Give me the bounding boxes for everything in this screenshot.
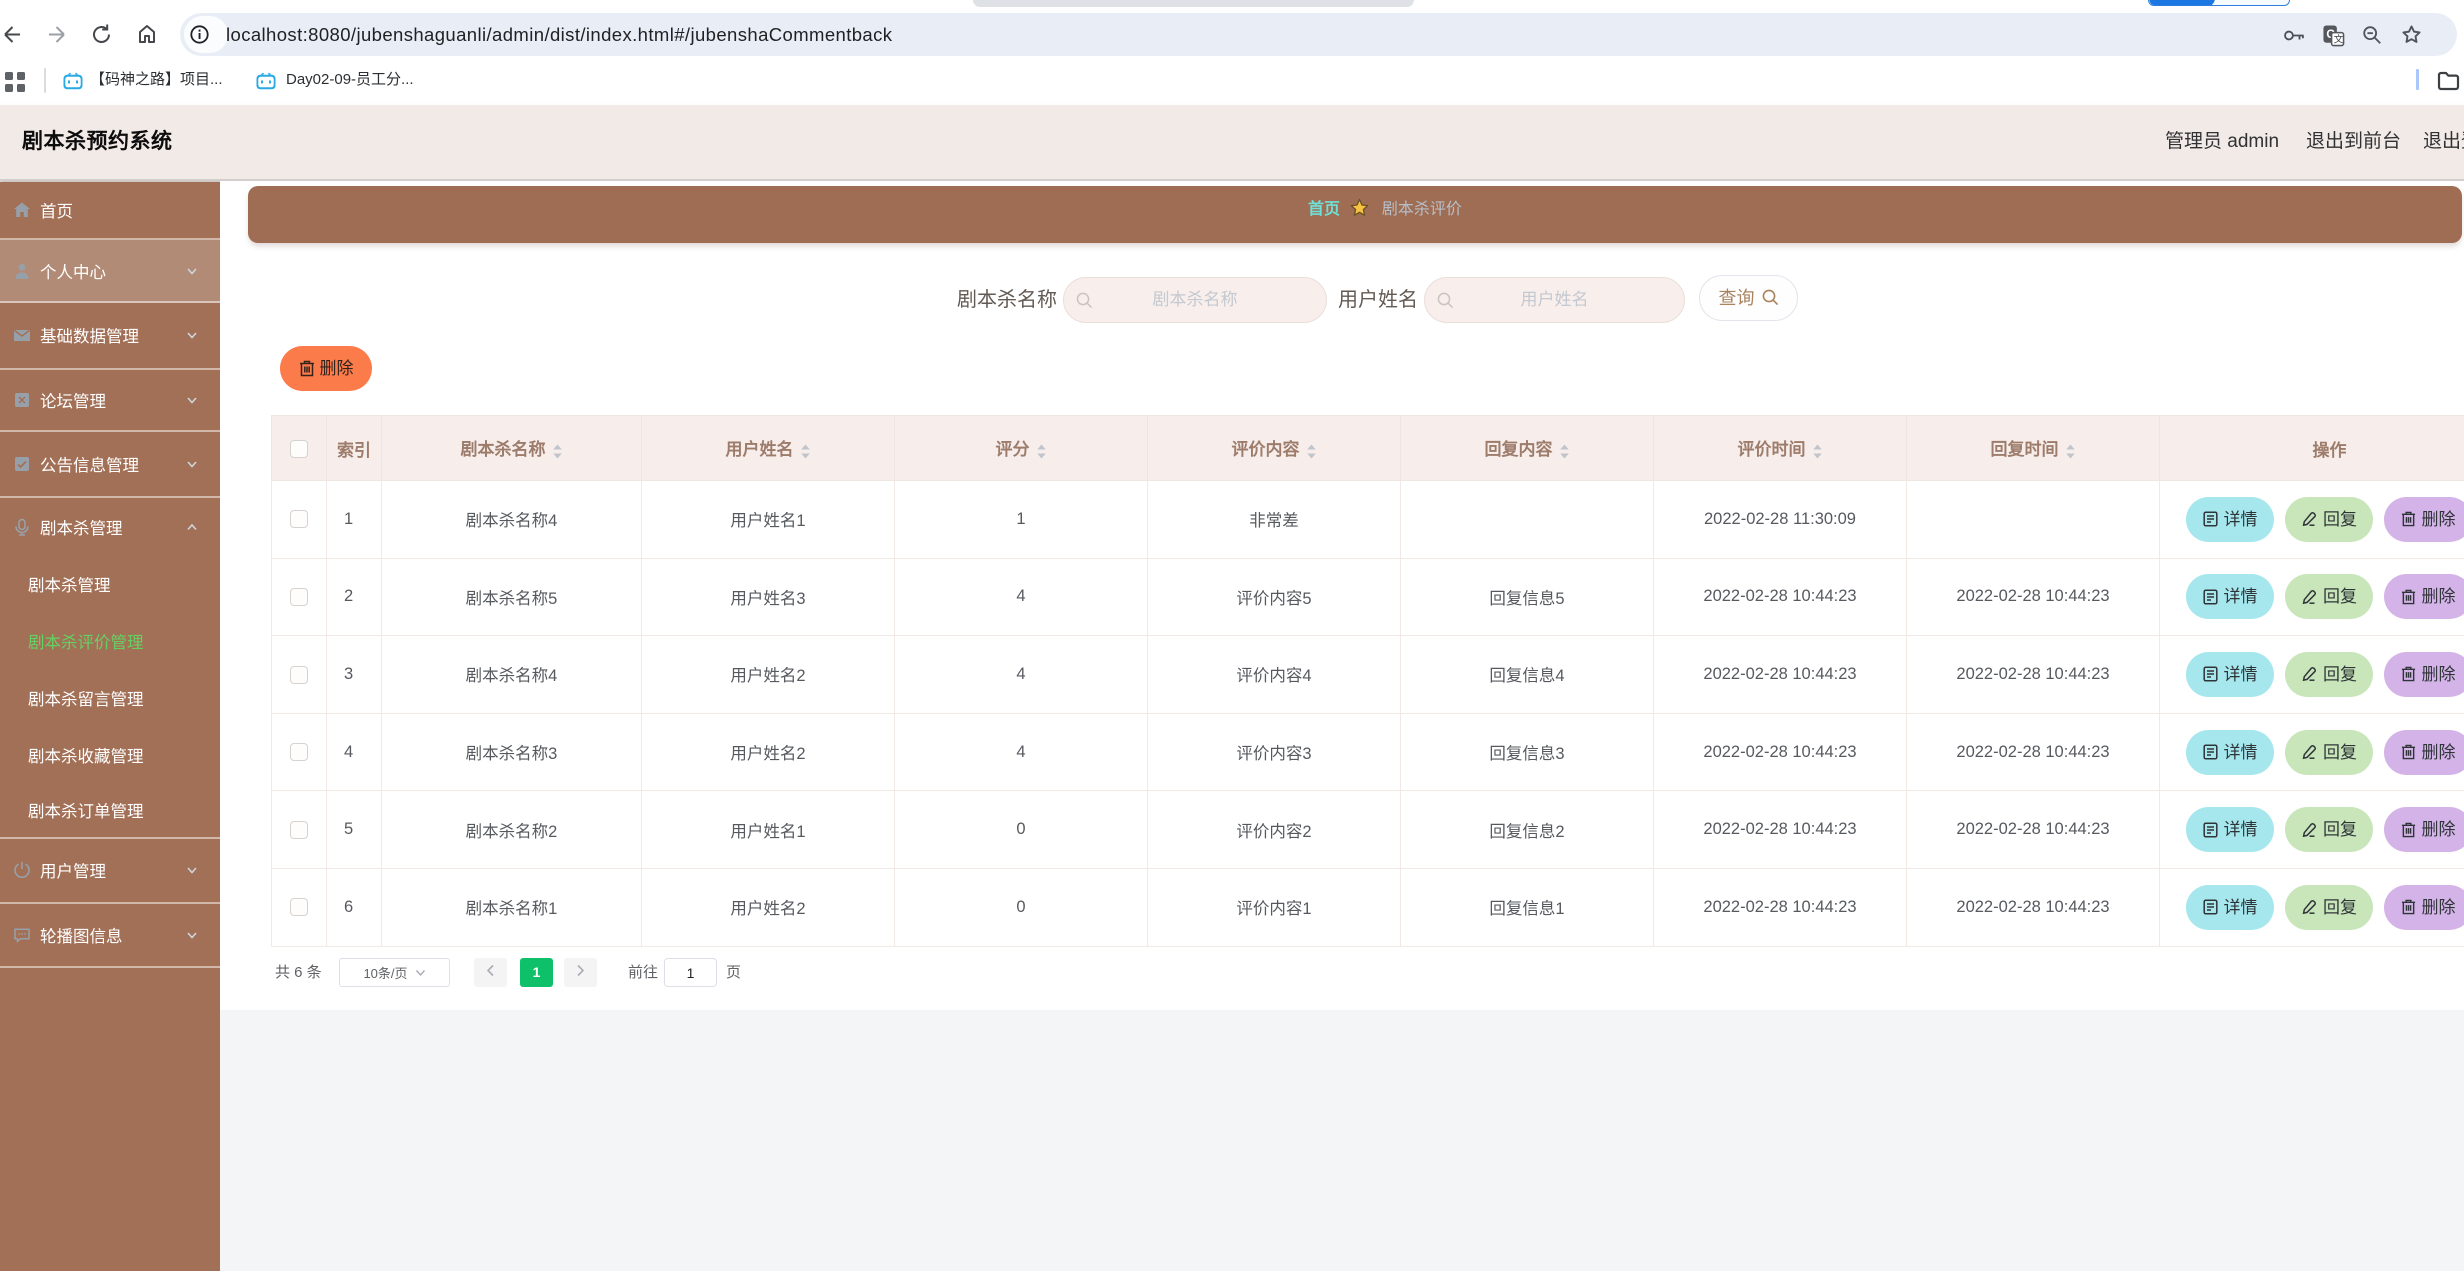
- svg-text:文: 文: [2334, 34, 2344, 46]
